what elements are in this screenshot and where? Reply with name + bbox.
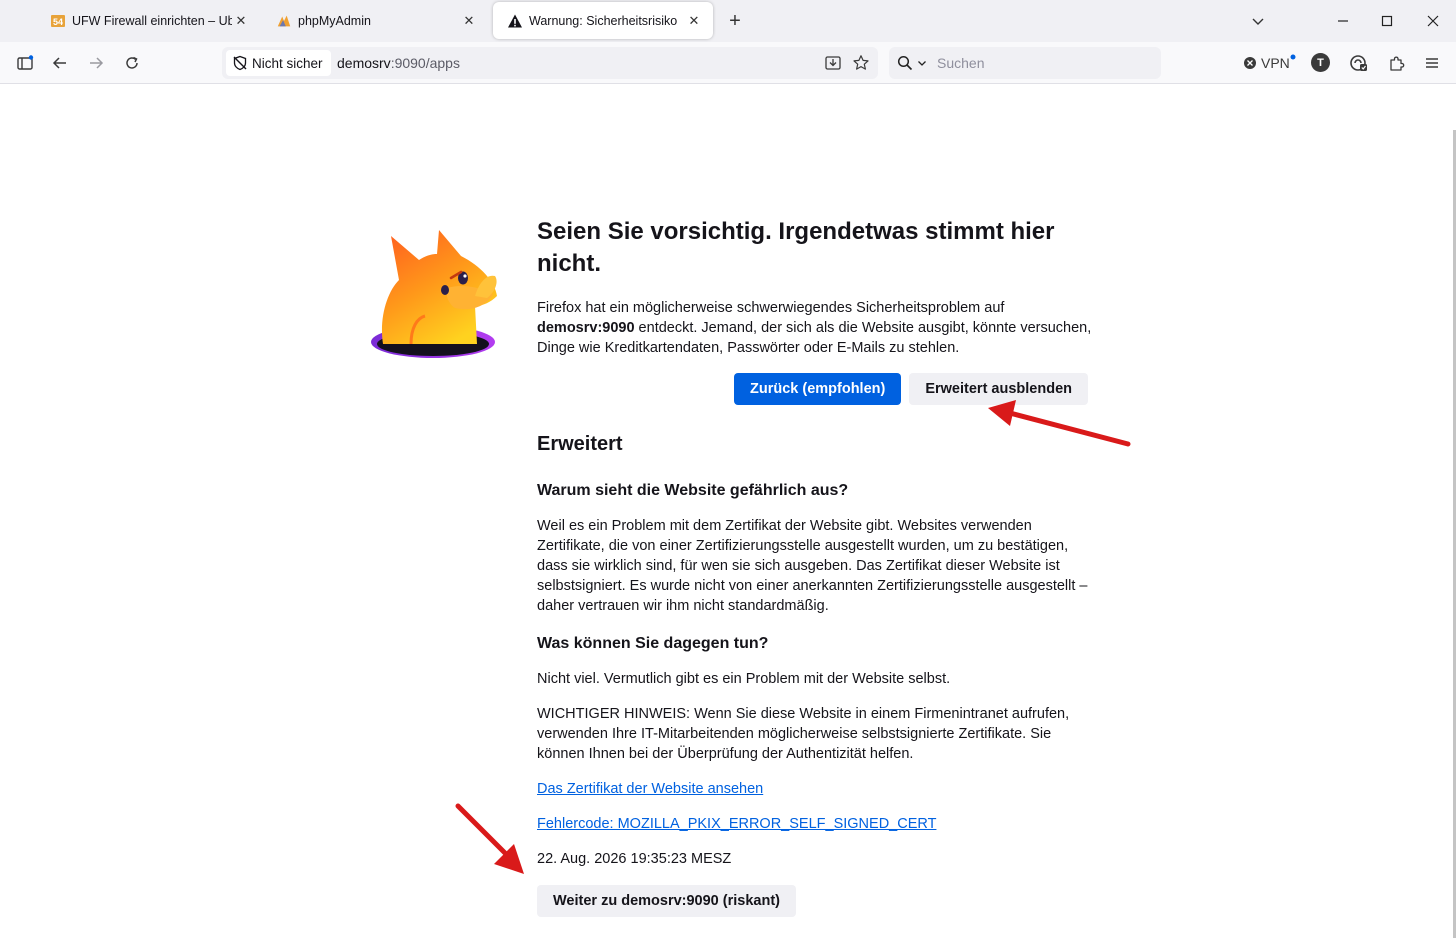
why-dangerous-text: Weil es ein Problem mit dem Zertifikat d… bbox=[537, 518, 1088, 614]
close-icon bbox=[1427, 15, 1439, 27]
reload-icon bbox=[126, 56, 138, 69]
error-description: Firefox hat ein möglicherweise schwerwie… bbox=[537, 298, 1092, 358]
hamburger-menu-icon bbox=[1426, 58, 1438, 68]
star-icon bbox=[853, 55, 869, 70]
page-title: Seien Sie vorsichtig. Irgendetwas stimmt… bbox=[537, 218, 1055, 277]
tab-strip: 54 UFW Firewall einrichten – Ubuntu ✕ ph… bbox=[0, 0, 1456, 42]
firefox-warning-illustration bbox=[371, 230, 497, 358]
new-tab-button[interactable]: + bbox=[724, 10, 746, 32]
what-can-you-do-heading: Was können Sie dagegen tun? bbox=[537, 635, 769, 652]
button-row: Zurück (empfohlen) Erweitert ausblenden bbox=[537, 373, 1092, 405]
close-window-button[interactable] bbox=[1419, 8, 1447, 34]
svg-text:54: 54 bbox=[53, 17, 63, 27]
reload-button[interactable] bbox=[119, 50, 145, 76]
account-avatar[interactable]: T bbox=[1311, 53, 1330, 72]
extensions-button[interactable] bbox=[1384, 50, 1410, 76]
warning-icon bbox=[507, 13, 523, 29]
puzzle-icon bbox=[1390, 56, 1405, 71]
forward-button[interactable] bbox=[83, 50, 109, 76]
vpn-button[interactable]: VPN bbox=[1243, 53, 1296, 73]
error-code-link[interactable]: Fehlercode: MOZILLA_PKIX_ERROR_SELF_SIGN… bbox=[537, 814, 1092, 834]
vpn-status-icon bbox=[1244, 57, 1256, 69]
bookmark-button[interactable] bbox=[849, 51, 873, 75]
back-recommended-button[interactable]: Zurück (empfohlen) bbox=[734, 373, 902, 405]
intro-host: demosrv:9090 bbox=[537, 320, 635, 336]
url-path: :9090/apps bbox=[390, 55, 460, 71]
arrow-left-icon bbox=[52, 57, 66, 69]
hide-advanced-button[interactable]: Erweitert ausblenden bbox=[909, 373, 1088, 405]
not-secure-indicator[interactable]: Nicht sicher bbox=[226, 50, 331, 76]
sidebar-button[interactable] bbox=[12, 50, 38, 76]
chevron-down-icon bbox=[1252, 18, 1264, 25]
tab-phpmyadmin[interactable]: phpMyAdmin ✕ bbox=[262, 2, 488, 39]
url-text[interactable]: demosrv:9090/apps bbox=[337, 55, 460, 71]
annotation-arrow-icon bbox=[455, 803, 524, 874]
continue-risky-button[interactable]: Weiter zu demosrv:9090 (riskant) bbox=[537, 885, 796, 917]
intro-text-before: Firefox hat ein möglicherweise schwerwie… bbox=[537, 300, 1005, 316]
ufw-favicon: 54 bbox=[50, 13, 66, 29]
tab-title: UFW Firewall einrichten – Ubuntu bbox=[72, 13, 232, 28]
maximize-icon bbox=[1381, 15, 1393, 27]
vpn-label: VPN bbox=[1261, 55, 1290, 71]
close-icon[interactable]: ✕ bbox=[232, 12, 250, 30]
what-can-you-do-text: Nicht viel. Vermutlich gibt es ein Probl… bbox=[537, 671, 951, 687]
sidebar-icon bbox=[17, 55, 34, 70]
search-input[interactable] bbox=[937, 51, 1151, 75]
notification-dot-icon bbox=[1290, 54, 1296, 60]
error-timestamp: 22. Aug. 2026 19:35:23 MESZ bbox=[537, 851, 732, 867]
maximize-button[interactable] bbox=[1373, 8, 1401, 34]
chevron-down-icon bbox=[918, 61, 926, 66]
shield-slash-icon bbox=[233, 55, 247, 71]
close-icon[interactable]: ✕ bbox=[685, 12, 703, 30]
important-notice-text: WICHTIGER HINWEIS: Wenn Sie diese Websit… bbox=[537, 706, 1070, 762]
install-icon bbox=[825, 56, 841, 70]
list-tabs-button[interactable] bbox=[1244, 8, 1272, 34]
url-bar[interactable]: Nicht sicher demosrv:9090/apps bbox=[222, 47, 878, 79]
tab-title: phpMyAdmin bbox=[298, 13, 371, 28]
tab-title: Warnung: Sicherheitsrisiko bbox=[529, 13, 678, 28]
install-app-button[interactable] bbox=[821, 51, 845, 75]
back-button[interactable] bbox=[47, 50, 73, 76]
tab-warning[interactable]: Warnung: Sicherheitsrisiko ✕ bbox=[493, 2, 713, 39]
search-bar[interactable] bbox=[889, 47, 1161, 79]
app-menu-button[interactable] bbox=[1419, 50, 1445, 76]
arrow-right-icon bbox=[90, 57, 104, 69]
minimize-button[interactable] bbox=[1329, 8, 1357, 34]
minimize-icon bbox=[1338, 20, 1348, 22]
url-host: demosrv bbox=[337, 55, 391, 71]
privacy-badge-icon bbox=[1350, 55, 1367, 71]
error-page-content: Seien Sie vorsichtig. Irgendetwas stimmt… bbox=[537, 216, 1092, 917]
search-engine-button[interactable] bbox=[893, 51, 931, 75]
view-certificate-link[interactable]: Das Zertifikat der Website ansehen bbox=[537, 779, 1092, 799]
why-dangerous-heading: Warum sieht die Website gefährlich aus? bbox=[537, 482, 849, 499]
advanced-heading: Erweitert bbox=[537, 433, 623, 455]
extension-button[interactable] bbox=[1346, 50, 1372, 76]
search-icon bbox=[897, 55, 913, 71]
navigation-toolbar: Nicht sicher demosrv:9090/apps VPN T bbox=[0, 42, 1456, 84]
not-secure-label: Nicht sicher bbox=[252, 55, 323, 71]
close-icon[interactable]: ✕ bbox=[460, 12, 478, 30]
phpmyadmin-favicon bbox=[276, 13, 292, 29]
tab-ufw[interactable]: 54 UFW Firewall einrichten – Ubuntu ✕ bbox=[36, 2, 260, 39]
